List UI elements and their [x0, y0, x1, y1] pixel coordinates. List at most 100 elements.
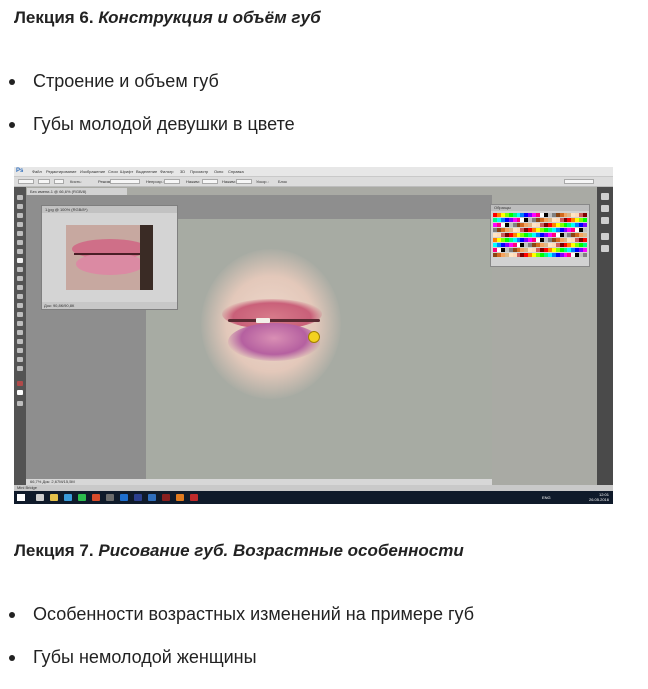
opacity-field[interactable]: [164, 179, 180, 184]
path-select-tool-icon[interactable]: [17, 339, 23, 344]
taskbar-clock[interactable]: 12:01 26.05.2016: [589, 492, 609, 502]
photo-lower-lip: [76, 253, 144, 275]
menu-select[interactable]: Выделение: [136, 167, 157, 176]
swatches-panel-icon[interactable]: [601, 205, 609, 212]
app-icon[interactable]: [162, 494, 170, 501]
color-swatch[interactable]: [583, 233, 587, 237]
lecture-6-topics: Строение и объем губ Губы молодой девушк…: [0, 70, 295, 156]
quick-mask-icon[interactable]: [17, 401, 23, 406]
option-label: Непрозр.:: [146, 179, 164, 184]
dodge-tool-icon[interactable]: [17, 312, 23, 317]
gradient-tool-icon[interactable]: [17, 294, 23, 299]
app-icon[interactable]: [106, 494, 114, 501]
menu-3d[interactable]: 3D: [180, 167, 185, 176]
healing-tool-icon[interactable]: [17, 249, 23, 254]
blur-tool-icon[interactable]: [17, 303, 23, 308]
move-tool-icon[interactable]: [17, 195, 23, 200]
lecture-7-number: Лекция 7.: [14, 541, 94, 560]
photoshop-taskbar-icon[interactable]: [148, 494, 156, 501]
app-icon[interactable]: [190, 494, 198, 501]
search-icon[interactable]: [36, 494, 44, 501]
lecture-7-title: Рисование губ. Возрастные особенности: [98, 541, 464, 560]
reference-window-status: Док: 90,8К/90,8К: [42, 302, 177, 309]
workspace-select[interactable]: [564, 179, 594, 184]
type-tool-icon[interactable]: [17, 330, 23, 335]
menu-view[interactable]: Просмотр: [190, 167, 208, 176]
crop-tool-icon[interactable]: [17, 231, 23, 236]
lecture-6-heading: Лекция 6. Конструкция и объём губ: [14, 8, 321, 28]
channels-panel-icon[interactable]: [601, 245, 609, 252]
reference-lips-photo: [66, 225, 153, 290]
styles-panel-icon[interactable]: [601, 217, 609, 224]
option-label: Ускор.:: [256, 179, 269, 184]
color-swatch[interactable]: [583, 238, 587, 242]
panel-dock: [597, 187, 613, 487]
option-label: Кисть:: [70, 179, 82, 184]
shape-tool-icon[interactable]: [17, 348, 23, 353]
flow-field[interactable]: [202, 179, 218, 184]
color-swatch[interactable]: [583, 228, 587, 232]
painting-canvas[interactable]: [146, 219, 492, 485]
color-swatch[interactable]: [583, 253, 587, 257]
brush-tool-icon[interactable]: [17, 258, 23, 263]
color-swatch[interactable]: [583, 213, 587, 217]
eyedropper-tool-icon[interactable]: [17, 240, 23, 245]
hand-tool-icon[interactable]: [17, 357, 23, 362]
swatches-panel-title[interactable]: Образцы: [491, 205, 589, 211]
mouth-line: [228, 319, 320, 322]
keyboard-language[interactable]: ENG: [542, 495, 551, 500]
color-swatch[interactable]: [583, 223, 587, 227]
color-swatch[interactable]: [583, 248, 587, 252]
app-icon[interactable]: [176, 494, 184, 501]
windows-start-icon[interactable]: [17, 494, 25, 501]
blend-mode-select[interactable]: [110, 179, 140, 184]
swatch-grid: [493, 213, 587, 258]
pressure-field[interactable]: [236, 179, 252, 184]
chrome-icon[interactable]: [78, 494, 86, 501]
document-tab[interactable]: Без имени-1 @ 66,6% (RGB/8): [27, 188, 127, 195]
reference-window-title[interactable]: 1.jpg @ 100% (RGB/8*): [42, 206, 177, 213]
menu-bar: Ps Файл Редактирование Изображение Слои …: [14, 167, 613, 177]
option-label: Блок: [278, 179, 287, 184]
explorer-icon[interactable]: [50, 494, 58, 501]
menu-window[interactable]: Окно: [214, 167, 223, 176]
browser-icon[interactable]: [64, 494, 72, 501]
color-swatch[interactable]: [583, 218, 587, 222]
lower-lip: [228, 323, 320, 361]
brush-panel-toggle[interactable]: [54, 179, 64, 184]
menu-edit[interactable]: Редактирование: [46, 167, 76, 176]
photo-mouth-line: [74, 253, 146, 255]
marquee-tool-icon[interactable]: [17, 204, 23, 209]
app-icon[interactable]: [92, 494, 100, 501]
option-label: Нажим:: [186, 179, 200, 184]
brush-size-picker[interactable]: [38, 179, 50, 184]
menu-layers[interactable]: Слои: [108, 167, 118, 176]
pen-tool-icon[interactable]: [17, 321, 23, 326]
windows-taskbar: ENG 12:01 26.05.2016: [14, 491, 613, 504]
list-item: Строение и объем губ: [0, 70, 295, 113]
stamp-tool-icon[interactable]: [17, 267, 23, 272]
reference-image-window[interactable]: 1.jpg @ 100% (RGB/8*) Док: 90,8К/90,8К: [41, 205, 178, 310]
lecture-6-number: Лекция 6.: [14, 8, 94, 27]
eraser-tool-icon[interactable]: [17, 285, 23, 290]
foreground-color-swatch[interactable]: [17, 381, 23, 386]
lasso-tool-icon[interactable]: [17, 213, 23, 218]
app-icon[interactable]: [120, 494, 128, 501]
list-item: Губы немолодой женщины: [0, 646, 474, 689]
background-color-swatch[interactable]: [17, 390, 23, 395]
layers-panel-icon[interactable]: [601, 233, 609, 240]
menu-filter[interactable]: Фильтр: [160, 167, 173, 176]
menu-type[interactable]: Шрифт: [120, 167, 133, 176]
app-icon[interactable]: [134, 494, 142, 501]
menu-help[interactable]: Справка: [228, 167, 244, 176]
brush-preset-picker[interactable]: [18, 179, 34, 184]
quick-select-tool-icon[interactable]: [17, 222, 23, 227]
menu-image[interactable]: Изображение: [80, 167, 105, 176]
color-swatch[interactable]: [583, 243, 587, 247]
zoom-tool-icon[interactable]: [17, 366, 23, 371]
color-panel-icon[interactable]: [601, 193, 609, 200]
lecture-7-heading: Лекция 7. Рисование губ. Возрастные особ…: [14, 541, 464, 561]
photoshop-screenshot: Ps Файл Редактирование Изображение Слои …: [14, 167, 613, 504]
history-brush-tool-icon[interactable]: [17, 276, 23, 281]
menu-file[interactable]: Файл: [32, 167, 42, 176]
